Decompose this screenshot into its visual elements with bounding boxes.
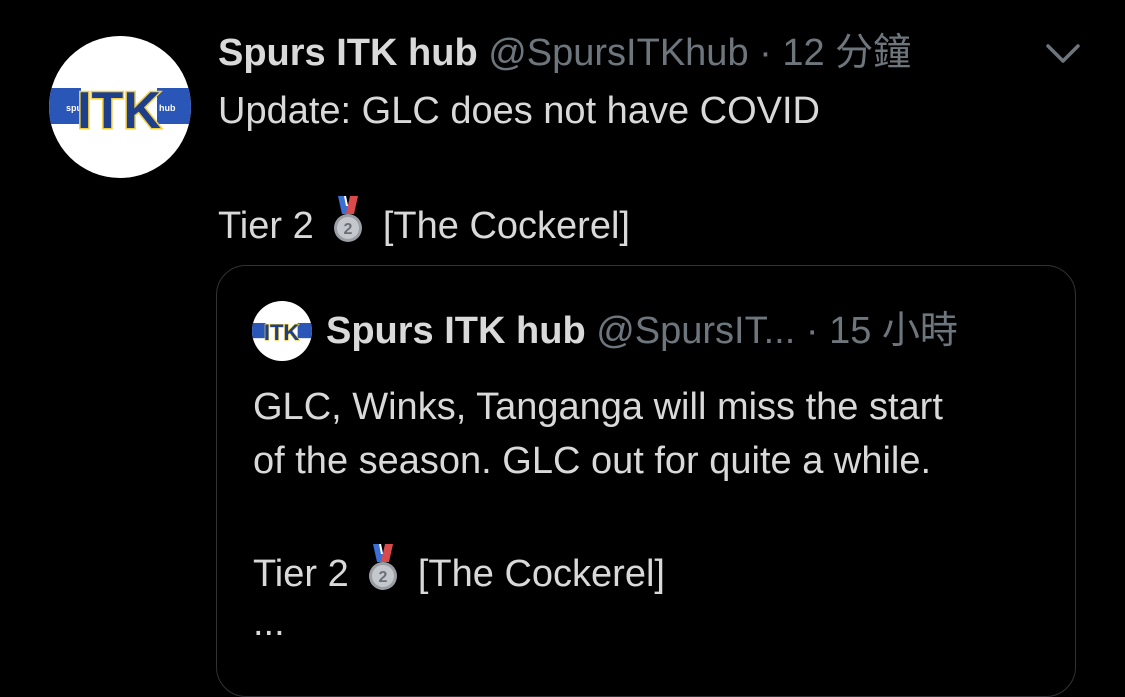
tweet-tier-line: Tier 2 2 [The Cockerel] [218, 194, 1078, 247]
source-label: [The Cockerel] [417, 553, 665, 595]
tweet-header: Spurs ITK hub @SpursITKhub · 12 分鐘 [218, 28, 911, 78]
second-place-medal-icon: 2 [369, 544, 398, 590]
quoted-text-line: of the season. GLC out for quite a while… [253, 440, 932, 482]
quoted-avatar[interactable]: ITK [252, 301, 312, 361]
quoted-tweet-header: Spurs ITK hub @SpursIT... · 15 小時 [326, 306, 958, 356]
author-name[interactable]: Spurs ITK hub [218, 32, 478, 74]
tier-label: Tier 2 [253, 553, 349, 595]
spurs-itk-logo: ITK [252, 318, 312, 346]
tier-label: Tier 2 [218, 205, 314, 247]
more-menu-button[interactable] [1040, 36, 1086, 72]
logo-word-center: ITK [264, 320, 300, 345]
quoted-timestamp[interactable]: 15 小時 [829, 310, 958, 352]
tweet-text-line: Update: GLC does not have COVID [218, 90, 820, 132]
second-place-medal-icon: 2 [334, 196, 363, 242]
quoted-tier-line: Tier 2 2 [The Cockerel] [253, 542, 1053, 596]
quoted-tweet-text: GLC, Winks, Tanganga will miss the start… [253, 380, 1053, 650]
quoted-text-line: GLC, Winks, Tanganga will miss the start [253, 386, 943, 428]
separator-dot: · [805, 310, 819, 352]
tweet[interactable]: spurs ITK hub Spurs ITK hub @SpursITKhub… [0, 0, 1125, 697]
svg-text:2: 2 [379, 569, 388, 586]
svg-text:2: 2 [344, 221, 353, 238]
logo-word-right: hub [159, 103, 176, 113]
source-label: [The Cockerel] [382, 205, 630, 247]
timestamp[interactable]: 12 分鐘 [782, 32, 911, 74]
author-handle[interactable]: @SpursITKhub [488, 32, 748, 74]
avatar[interactable]: spurs ITK hub [49, 36, 191, 178]
separator-dot: · [759, 32, 772, 74]
logo-word-center: ITK [77, 82, 161, 140]
chevron-down-icon [1046, 44, 1080, 63]
tweet-text: Update: GLC does not have COVID Tier 2 2… [218, 86, 1078, 247]
spurs-itk-logo: spurs ITK hub [49, 78, 191, 142]
quoted-author-name[interactable]: Spurs ITK hub [326, 310, 586, 352]
quoted-author-handle[interactable]: @SpursIT... [596, 310, 795, 352]
truncation-ellipsis: ... [253, 602, 285, 644]
